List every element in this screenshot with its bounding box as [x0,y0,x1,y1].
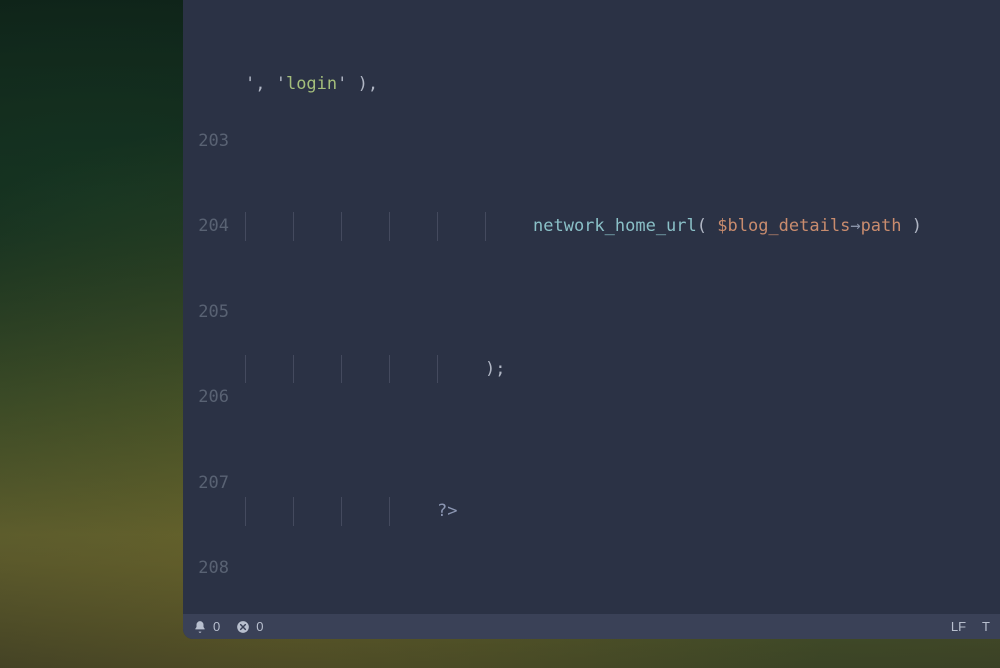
code-token: path [861,216,902,236]
code-token: network_home_url [533,216,697,236]
line-number: 207 [183,469,229,498]
code-token: ?> [437,501,457,521]
code-token: $blog_details [717,216,850,236]
code-line[interactable]: ?> [245,497,1000,526]
code-line[interactable]: ', 'login' ), [245,70,1000,99]
code-editor[interactable]: 203 204 205 206 207 208 209 210 211 212 … [183,0,1000,614]
code-token: login [286,74,337,94]
code-line[interactable]: ); [245,355,1000,384]
code-token: ) [902,216,922,236]
line-number [183,41,229,70]
code-token: ); [485,359,505,379]
editor-window: 203 204 205 206 207 208 209 210 211 212 … [183,0,1000,639]
code-token: ' ), [337,74,378,94]
code-line[interactable]: network_home_url( $blog_details→path ) [245,212,1000,241]
code-token: ( [697,216,717,236]
line-number: 206 [183,383,229,412]
line-number: 204 [183,212,229,241]
line-number: 205 [183,298,229,327]
code-token: ', ' [245,74,286,94]
line-number: 203 [183,127,229,156]
line-number-gutter: 203 204 205 206 207 208 209 210 211 212 … [183,0,235,639]
line-number: 208 [183,554,229,583]
code-token: → [850,216,860,236]
code-area[interactable]: ', 'login' ), network_home_url( $blog_de… [245,0,1000,639]
